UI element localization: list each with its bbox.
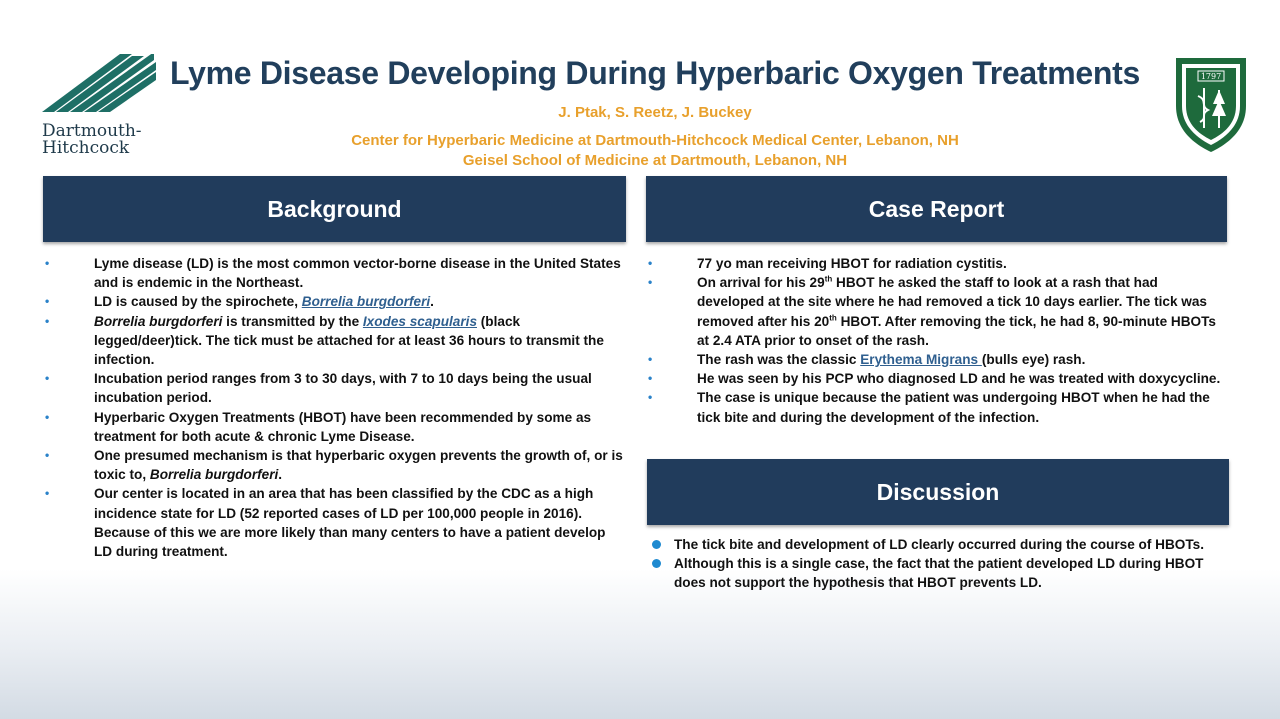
ixodes-link[interactable]: Ixodes scapularis bbox=[363, 314, 477, 329]
list-item: Although this is a single case, the fact… bbox=[650, 554, 1230, 592]
item-text: He was seen by his PCP who diagnosed LD … bbox=[697, 371, 1221, 387]
bullet-icon: • bbox=[648, 371, 653, 386]
bullet-icon: • bbox=[45, 409, 50, 424]
item-text: Our center is located in an area that ha… bbox=[94, 486, 606, 560]
poster-authors: J. Ptak, S. Reetz, J. Buckey bbox=[558, 104, 752, 121]
superscript: th bbox=[829, 313, 837, 323]
background-list: • Lyme disease (LD) is the most common ve… bbox=[43, 254, 623, 561]
bullet-icon: • bbox=[45, 294, 50, 309]
stripes-logo-icon bbox=[42, 52, 156, 112]
affiliation-line-2: Geisel School of Medicine at Dartmouth, … bbox=[462, 152, 848, 169]
bullet-icon: • bbox=[45, 256, 50, 270]
bullet-icon: • bbox=[45, 486, 50, 501]
item-text: Incubation period ranges from 3 to 30 da… bbox=[94, 371, 592, 406]
list-item: • Hyperbaric Oxygen Treatments (HBOT) hav… bbox=[43, 408, 623, 446]
item-text: is transmitted by the bbox=[222, 313, 363, 329]
borrelia-link[interactable]: Borrelia burgdorferi bbox=[302, 294, 430, 309]
logo-line-2: Hitchcock bbox=[42, 138, 130, 158]
item-text: The rash was the classic bbox=[697, 352, 861, 368]
list-item: • The rash was the classic Erythema Migra… bbox=[646, 350, 1228, 369]
poster-title: Lyme Disease Developing During Hyperbari… bbox=[170, 55, 1140, 91]
discussion-header: Discussion bbox=[647, 459, 1229, 525]
list-item: • Lyme disease (LD) is the most common ve… bbox=[43, 254, 623, 292]
item-text: Hyperbaric Oxygen Treatments (HBOT) have… bbox=[94, 409, 592, 444]
background-header: Background bbox=[43, 176, 626, 242]
bullet-icon: • bbox=[648, 390, 653, 405]
dartmouth-shield-logo: 1797 bbox=[1172, 54, 1250, 154]
list-item: • Incubation period ranges from 3 to 30 d… bbox=[43, 369, 623, 407]
list-item: The tick bite and development of LD clea… bbox=[650, 535, 1230, 554]
item-text: . bbox=[430, 294, 434, 310]
case-report-header: Case Report bbox=[646, 176, 1227, 242]
item-text: The case is unique because the patient w… bbox=[697, 390, 1210, 425]
bullet-icon: • bbox=[45, 448, 50, 463]
list-item: • Our center is located in an area that h… bbox=[43, 484, 623, 561]
item-text: 77 yo man receiving HBOT for radiation c… bbox=[697, 256, 1007, 271]
poster-affiliations: Center for Hyperbaric Medicine at Dartmo… bbox=[150, 131, 1160, 171]
bullet-dot-icon bbox=[652, 559, 661, 569]
item-text: The tick bite and development of LD clea… bbox=[674, 537, 1204, 552]
bullet-icon: • bbox=[45, 313, 50, 328]
dartmouth-hitchcock-logo: Dartmouth- Hitchcock bbox=[42, 52, 164, 157]
list-item: • He was seen by his PCP who diagnosed LD… bbox=[646, 369, 1228, 388]
item-text: . bbox=[278, 467, 283, 483]
bullet-icon: • bbox=[648, 256, 653, 270]
list-item: • 77 yo man receiving HBOT for radiation … bbox=[646, 254, 1228, 273]
item-text-italic: Borrelia burgdorferi bbox=[94, 313, 223, 329]
item-text: (bulls eye) rash. bbox=[981, 352, 1086, 368]
affiliation-line-1: Center for Hyperbaric Medicine at Dartmo… bbox=[351, 132, 959, 149]
shield-icon: 1797 bbox=[1176, 58, 1246, 152]
list-item: • On arrival for his 29th HBOT he asked t… bbox=[646, 273, 1228, 350]
item-text-italic: Borrelia burgdorferi bbox=[149, 467, 279, 483]
discussion-list: The tick bite and development of LD clea… bbox=[650, 535, 1230, 593]
item-text: Lyme disease (LD) is the most common vec… bbox=[94, 256, 621, 291]
list-item: • LD is caused by the spirochete, Borreli… bbox=[43, 292, 623, 311]
bullet-dot-icon bbox=[652, 540, 661, 549]
item-text: LD is caused by the spirochete, bbox=[94, 294, 302, 310]
logo-wordmark: Dartmouth- Hitchcock bbox=[42, 123, 164, 157]
bullet-icon: • bbox=[45, 371, 50, 386]
shield-year: 1797 bbox=[1201, 72, 1221, 81]
bullet-icon: • bbox=[648, 275, 653, 290]
item-text: On arrival for his 29 bbox=[697, 275, 825, 291]
list-item: • One presumed mechanism is that hyperbar… bbox=[43, 446, 623, 484]
list-item: • Borrelia burgdorferi is transmitted by … bbox=[43, 312, 623, 370]
case-report-list: • 77 yo man receiving HBOT for radiation … bbox=[646, 254, 1228, 427]
list-item: • The case is unique because the patient … bbox=[646, 388, 1228, 426]
item-text: Although this is a single case, the fact… bbox=[674, 556, 1204, 591]
bullet-icon: • bbox=[648, 352, 653, 367]
erythema-migrans-link[interactable]: Erythema Migrans bbox=[860, 352, 982, 367]
